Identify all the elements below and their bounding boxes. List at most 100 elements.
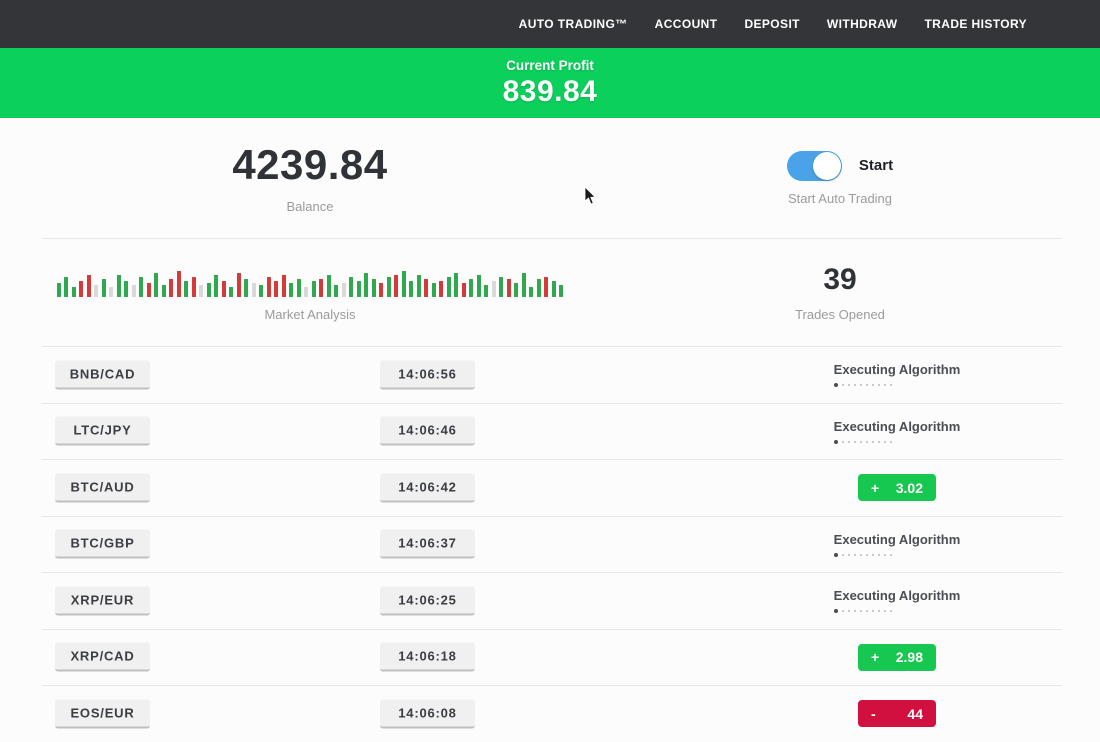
- market-bar: [417, 275, 421, 297]
- balance-label: Balance: [287, 199, 334, 214]
- auto-trading-block: Start Start Auto Trading: [620, 118, 1060, 238]
- market-analysis-chart: [57, 263, 564, 297]
- market-bar: [109, 287, 113, 297]
- market-bar: [379, 283, 383, 297]
- market-bar: [207, 283, 211, 297]
- executing-algorithm-label: Executing Algorithm: [834, 532, 961, 547]
- start-auto-trading-label: Start Auto Trading: [788, 191, 892, 206]
- market-bar: [124, 281, 128, 297]
- market-bar: [184, 281, 188, 297]
- trade-time-chip: 14:06:46: [380, 417, 475, 446]
- market-bar: [222, 281, 226, 297]
- current-profit-label: Current Profit: [506, 58, 594, 73]
- market-bar: [469, 279, 473, 297]
- market-bar: [387, 277, 391, 297]
- toggle-start-label: Start: [859, 157, 893, 174]
- market-bar: [432, 283, 436, 297]
- market-bar: [214, 275, 218, 297]
- market-bar: [132, 285, 136, 297]
- trades-opened-label: Trades Opened: [795, 307, 885, 322]
- trade-row: XRP/CAD 14:06:18 + 2.98: [42, 630, 1062, 687]
- balance-value: 4239.84: [232, 142, 387, 188]
- executing-algorithm-label: Executing Algorithm: [834, 588, 961, 603]
- market-bar: [424, 279, 428, 297]
- progress-dots: [834, 383, 961, 387]
- current-profit-banner: Current Profit 839.84: [0, 48, 1100, 118]
- market-bar: [289, 283, 293, 297]
- market-bar: [529, 287, 533, 297]
- market-bar: [169, 279, 173, 297]
- market-bar: [454, 273, 458, 297]
- result-sign: +: [871, 480, 879, 496]
- result-amount: 3.02: [896, 480, 923, 496]
- market-bar: [349, 277, 353, 297]
- trades-opened-block: 39 Trades Opened: [620, 239, 1060, 346]
- market-bar: [327, 275, 331, 297]
- trade-pair-chip: LTC/JPY: [55, 417, 150, 446]
- market-bar: [192, 277, 196, 297]
- trade-pair-chip: EOS/EUR: [55, 699, 150, 728]
- executing-algorithm-label: Executing Algorithm: [834, 419, 961, 434]
- market-bar: [544, 277, 548, 297]
- nav-item[interactable]: TRADE HISTORY: [924, 17, 1027, 31]
- result-sign: -: [871, 706, 876, 722]
- market-bar: [402, 271, 406, 297]
- market-bar: [477, 275, 481, 297]
- market-bar: [559, 285, 563, 297]
- market-bar: [87, 275, 91, 297]
- trade-status-executing: Executing Algorithm: [834, 532, 961, 557]
- trade-row: EOS/EUR 14:06:08 - 44: [42, 686, 1062, 742]
- trade-status-cell: Executing Algorithm: [807, 573, 987, 629]
- trade-pair-chip: BNB/CAD: [55, 360, 150, 389]
- market-bar: [244, 279, 248, 297]
- market-bar: [94, 285, 98, 297]
- market-bar: [282, 275, 286, 297]
- market-bar: [64, 277, 68, 297]
- market-bar: [139, 277, 143, 297]
- auto-trading-toggle[interactable]: [787, 151, 842, 181]
- market-bar: [447, 277, 451, 297]
- trade-time-chip: 14:06:25: [380, 586, 475, 615]
- market-bar: [484, 285, 488, 297]
- toggle-knob: [813, 152, 841, 180]
- market-analysis-block: Market Analysis: [0, 239, 620, 346]
- trade-time-chip: 14:06:56: [380, 360, 475, 389]
- nav-item[interactable]: DEPOSIT: [744, 17, 799, 31]
- market-bar: [57, 283, 61, 297]
- market-bar: [79, 281, 83, 297]
- market-bar: [297, 279, 301, 297]
- trade-time-chip: 14:06:42: [380, 473, 475, 502]
- market-bar: [552, 281, 556, 297]
- trade-pair-chip: XRP/EUR: [55, 586, 150, 615]
- balance-section: 4239.84 Balance Start Start Auto Trading: [0, 118, 1100, 238]
- trade-row: BNB/CAD 14:06:56 Executing Algorithm: [42, 347, 1062, 404]
- market-bar: [267, 277, 271, 297]
- progress-dots: [834, 553, 961, 557]
- current-profit-value: 839.84: [503, 75, 598, 109]
- nav-item[interactable]: AUTO TRADING™: [519, 17, 628, 31]
- trade-status-executing: Executing Algorithm: [834, 362, 961, 387]
- market-bar: [409, 281, 413, 297]
- market-bar: [372, 279, 376, 297]
- top-navbar: AUTO TRADING™ ACCOUNT DEPOSIT WITHDRAW T…: [0, 0, 1100, 48]
- trade-time-chip: 14:06:37: [380, 530, 475, 559]
- trade-result-badge: + 2.98: [858, 644, 936, 671]
- market-bar: [439, 281, 443, 297]
- progress-dots: [834, 440, 961, 444]
- trades-list: BNB/CAD 14:06:56 Executing Algorithm LTC…: [42, 347, 1062, 742]
- trade-result-badge: + 3.02: [858, 474, 936, 501]
- market-bar: [364, 273, 368, 297]
- market-bar: [237, 273, 241, 297]
- trade-pair-chip: BTC/GBP: [55, 530, 150, 559]
- executing-algorithm-label: Executing Algorithm: [834, 362, 961, 377]
- market-bar: [229, 287, 233, 297]
- nav-item[interactable]: WITHDRAW: [827, 17, 898, 31]
- trade-pair-chip: BTC/AUD: [55, 473, 150, 502]
- trade-time-chip: 14:06:08: [380, 699, 475, 728]
- market-bar: [199, 285, 203, 297]
- result-sign: +: [871, 649, 879, 665]
- nav-item[interactable]: ACCOUNT: [655, 17, 718, 31]
- market-analysis-label: Market Analysis: [264, 307, 355, 322]
- trade-status-executing: Executing Algorithm: [834, 419, 961, 444]
- market-bar: [102, 279, 106, 297]
